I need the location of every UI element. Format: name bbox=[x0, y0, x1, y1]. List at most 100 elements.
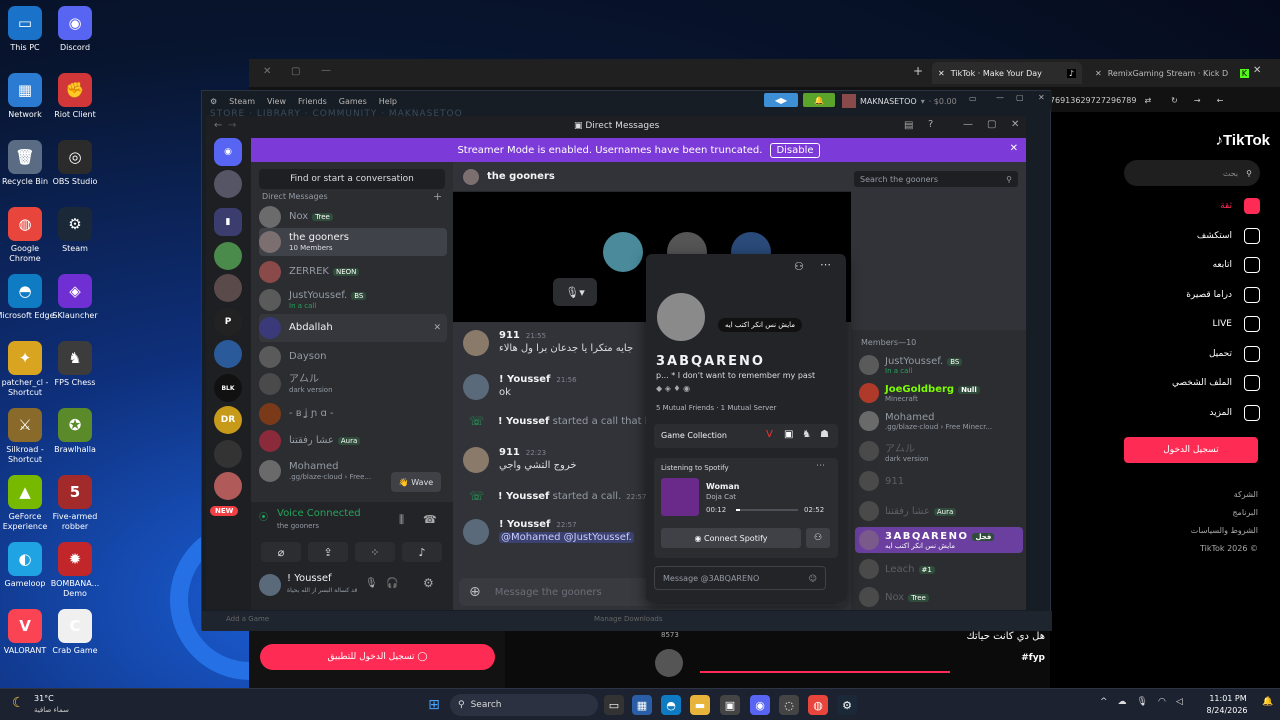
add-game-button[interactable]: Add a Game bbox=[226, 615, 269, 623]
disable-button[interactable]: Disable bbox=[770, 142, 820, 158]
tiktok-nav-item[interactable]: الملف الشخصي bbox=[1172, 375, 1260, 391]
desktop-icon[interactable]: ✊ Riot Client bbox=[44, 73, 106, 120]
dm-item[interactable]: - ʙ ʝ ɲ ɑ - bbox=[259, 400, 447, 428]
emoji-icon[interactable]: ☺ bbox=[809, 574, 817, 583]
new-badge[interactable]: NEW bbox=[210, 506, 239, 516]
footer-link[interactable]: TikTok 2026 © bbox=[1200, 544, 1258, 553]
tiktok-nav-item[interactable]: ثقة bbox=[1220, 198, 1260, 214]
minimize-icon[interactable]: — bbox=[963, 119, 973, 130]
server-icon[interactable] bbox=[214, 242, 242, 270]
desktop-icon[interactable]: ⚙ Steam bbox=[44, 207, 106, 254]
desktop-icon[interactable]: 5 Five-armed robber bbox=[44, 475, 106, 532]
avatar[interactable] bbox=[463, 330, 489, 356]
forward-icon[interactable]: → bbox=[1194, 96, 1201, 105]
profile-message-input[interactable]: Message @3ABQARENO ☺ bbox=[654, 566, 826, 590]
login-button[interactable]: تسجيل الدخول bbox=[1124, 437, 1258, 463]
find-conversation-input[interactable]: Find or start a conversation bbox=[259, 169, 445, 189]
footer-link[interactable]: الشروط والسياسات bbox=[1191, 526, 1258, 535]
dm-item[interactable]: ZERREK NEON bbox=[259, 258, 447, 286]
listen-along-button[interactable]: ⚇ bbox=[806, 528, 830, 548]
game-collection[interactable]: Game Collection V ▣ ♞ ☗ bbox=[654, 424, 838, 448]
user-name[interactable]: ! Youssef bbox=[287, 573, 332, 584]
widgets-icon[interactable]: ▦ bbox=[632, 695, 652, 715]
video-progress[interactable] bbox=[700, 671, 950, 673]
chrome-icon[interactable]: ◍ bbox=[808, 695, 828, 715]
song-artist[interactable]: Doja Cat bbox=[706, 493, 736, 501]
file-explorer-icon[interactable]: ▬ bbox=[690, 695, 710, 715]
member-item[interactable]: 911 bbox=[859, 470, 1019, 492]
server-icon[interactable] bbox=[214, 440, 242, 468]
footer-link[interactable]: البرنامج bbox=[1232, 508, 1258, 517]
dm-item[interactable]: Dayson bbox=[259, 343, 447, 371]
tiktok-nav-item[interactable]: دراما قصيرة bbox=[1186, 286, 1260, 303]
new-tab-icon[interactable]: + bbox=[913, 64, 923, 78]
close-icon[interactable]: ✕ bbox=[1011, 119, 1019, 130]
wave-button[interactable]: 👋 Wave bbox=[391, 472, 441, 492]
member-item[interactable]: عشا رفقتنا Aura bbox=[859, 500, 1019, 522]
edge-icon[interactable]: ◓ bbox=[661, 695, 681, 715]
desktop-icon[interactable]: ♞ FPS Chess bbox=[44, 341, 106, 388]
tiktok-nav-item[interactable]: المزيد bbox=[1209, 404, 1260, 421]
avatar[interactable] bbox=[654, 290, 708, 344]
avatar[interactable] bbox=[259, 574, 281, 596]
server-icon[interactable]: P bbox=[214, 308, 242, 336]
manage-downloads-button[interactable]: Manage Downloads bbox=[594, 615, 662, 623]
dm-item[interactable]: Nox Tree bbox=[259, 203, 447, 231]
discord-home-icon[interactable]: ◉ bbox=[214, 138, 242, 166]
avatar[interactable] bbox=[463, 447, 489, 473]
system-tray[interactable]: ^ ☁ 🎙 ◠ ◁ bbox=[1100, 697, 1183, 707]
add-attachment-icon[interactable]: ⊕ bbox=[469, 584, 481, 600]
member-item[interactable]: 3ABQARENO فجل مايش نس انكر اكتب ايه bbox=[855, 527, 1023, 553]
activities-button[interactable]: ⁘ bbox=[355, 542, 395, 562]
dm-item[interactable]: the gooners 10 Members bbox=[259, 228, 447, 256]
footer-link[interactable]: الشركة bbox=[1234, 490, 1258, 499]
server-icon[interactable] bbox=[214, 170, 242, 198]
dm-item[interactable]: ア厶ル dark version bbox=[259, 370, 447, 398]
tiktok-logo[interactable]: ♪TikTok bbox=[1216, 132, 1270, 149]
desktop-icon[interactable]: ◈ SKlauncher bbox=[44, 274, 106, 321]
noise-icon[interactable]: ⫼ bbox=[399, 513, 404, 527]
mic-icon[interactable]: 🎙 bbox=[365, 578, 378, 589]
close-icon[interactable]: ✕ bbox=[938, 69, 945, 78]
add-friend-icon[interactable]: ⚇ bbox=[794, 260, 804, 273]
close-icon[interactable]: ✕ bbox=[263, 66, 271, 77]
close-icon[interactable]: ✕ bbox=[433, 323, 441, 333]
steam-menu-item[interactable]: Help bbox=[379, 97, 397, 106]
video-hashtag[interactable]: #fyp bbox=[1021, 653, 1045, 663]
steam-icon[interactable]: ⚙ bbox=[837, 695, 857, 715]
voice-connected-label[interactable]: Voice Connected bbox=[277, 508, 361, 519]
album-art[interactable] bbox=[661, 478, 699, 516]
avatar[interactable] bbox=[463, 374, 489, 400]
steam-menu-item[interactable]: Steam bbox=[229, 97, 255, 106]
task-view-icon[interactable]: ▭ bbox=[604, 695, 624, 715]
steam-menu-item[interactable]: View bbox=[267, 97, 286, 106]
browser-addressbar[interactable]: leo/7676913629727296789 ⇄ ↻ → ← bbox=[1025, 89, 1280, 111]
add-dm-icon[interactable]: + bbox=[433, 190, 442, 203]
mic-toggle[interactable]: 🎙▾ bbox=[553, 278, 597, 306]
voice-channel[interactable]: the gooners bbox=[277, 522, 319, 530]
member-item[interactable]: JoeGoldberg Null Minecraft bbox=[859, 382, 1019, 404]
song-title[interactable]: Woman bbox=[706, 482, 739, 491]
minimize-icon[interactable]: — bbox=[996, 93, 1004, 102]
search-input[interactable]: Search the gooners ⚲ bbox=[854, 171, 1018, 187]
bottom-login-button[interactable]: تسجيل الدخول للتطبيق ◯ bbox=[260, 644, 495, 670]
store-icon[interactable]: ▣ bbox=[720, 695, 740, 715]
maximize-icon[interactable]: ▢ bbox=[1016, 93, 1024, 102]
steam-account[interactable]: MAKNASETOO ▾ · $0.00 bbox=[842, 94, 957, 108]
back-icon[interactable]: ← bbox=[214, 120, 222, 131]
weather-temp[interactable]: 31°C bbox=[34, 694, 54, 703]
tiktok-nav-item[interactable]: اتابعه bbox=[1213, 257, 1260, 273]
restore-icon[interactable]: ▢ bbox=[291, 66, 300, 77]
screenshare-button[interactable]: ⇪ bbox=[308, 542, 348, 562]
refresh-icon[interactable]: ↻ bbox=[1171, 96, 1178, 105]
desktop-icon[interactable]: ◎ OBS Studio bbox=[44, 140, 106, 187]
close-icon[interactable]: ✕ bbox=[1010, 143, 1018, 154]
server-icon[interactable] bbox=[214, 340, 242, 368]
broadcast-icon[interactable]: ◀▶ bbox=[764, 93, 798, 107]
maximize-icon[interactable]: ▢ bbox=[987, 119, 996, 130]
close-icon[interactable]: ✕ bbox=[1038, 93, 1045, 102]
minimize-icon[interactable]: — bbox=[321, 65, 331, 76]
camera-button[interactable]: ⌀ bbox=[261, 542, 301, 562]
member-item[interactable]: Mohamed .gg/blaze·cloud › Free Minecr... bbox=[859, 410, 1019, 432]
close-icon[interactable]: ✕ bbox=[1095, 69, 1102, 78]
